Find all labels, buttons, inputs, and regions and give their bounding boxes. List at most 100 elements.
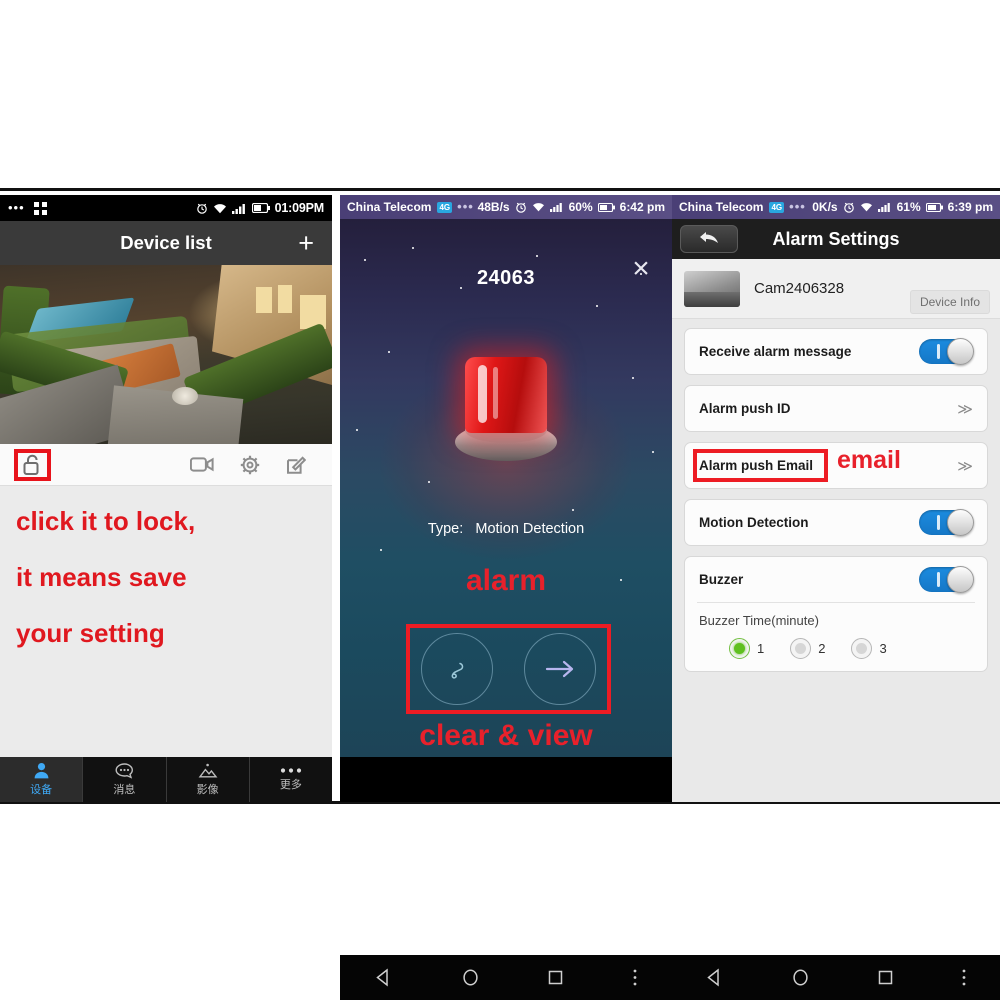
recents-square-icon[interactable] xyxy=(877,969,894,986)
phone2-battery-pct: 60% xyxy=(568,200,593,214)
phone2-alarm-body: 24063 × Type: Motion Detection alarm cle… xyxy=(340,219,672,757)
tab-images[interactable]: 影像 xyxy=(167,757,250,802)
alarm-clock-icon xyxy=(196,203,207,214)
phone2-status-bar: China Telecom 4G ••• 48B/s 60% 6:42 pm xyxy=(340,195,672,219)
phone3-title-bar: Alarm Settings xyxy=(672,219,1000,259)
radio-label: 1 xyxy=(757,641,765,656)
radio-dot xyxy=(795,643,807,654)
more-dots-icon xyxy=(280,768,301,773)
setting-label: Motion Detection xyxy=(699,515,809,530)
camera-preview-thumbnail[interactable] xyxy=(0,265,332,444)
decor-window xyxy=(256,287,272,313)
buzzer-toggle[interactable] xyxy=(919,566,974,593)
qr-grid-icon xyxy=(33,201,47,215)
radio-label: 3 xyxy=(879,641,887,656)
back-triangle-icon[interactable] xyxy=(374,968,393,987)
siren-dome xyxy=(465,357,547,433)
setting-card-alarm-push-email: Alarm push Email ≫ email xyxy=(684,442,988,489)
home-circle-icon[interactable] xyxy=(461,968,480,987)
action-buttons-highlight xyxy=(406,624,611,714)
unlock-icon[interactable] xyxy=(23,454,42,476)
page-title: Device list xyxy=(120,232,212,253)
phone1-bottom-tabbar: 设备 消息 影像 更多 xyxy=(0,757,332,802)
battery-icon xyxy=(925,202,943,212)
tab-devices-label: 设备 xyxy=(30,784,53,796)
image-icon xyxy=(198,763,218,777)
buzzer-time-option-2[interactable]: 2 xyxy=(790,638,825,659)
radio-dot xyxy=(856,643,868,654)
device-info-button[interactable]: Device Info xyxy=(909,290,990,314)
decor-window xyxy=(278,285,292,313)
receive-alarm-message-toggle[interactable] xyxy=(919,338,974,365)
vertical-dots-icon[interactable] xyxy=(632,968,638,987)
annotation-email: email xyxy=(837,446,901,474)
phone2-clock: 6:42 pm xyxy=(619,200,665,214)
phone1-device-toolbar xyxy=(0,444,332,486)
alarm-type-label: Type: xyxy=(427,521,464,537)
device-name: Cam2406328 xyxy=(754,280,845,297)
phone1-status-bar: ••• 01:09PM xyxy=(0,195,332,221)
annotation-line-3: your setting xyxy=(16,618,165,648)
chat-bubble-icon xyxy=(115,762,133,779)
close-x-icon[interactable]: × xyxy=(626,254,656,285)
annotation-line-1: click it to lock, xyxy=(16,506,196,536)
phone2-android-navbar xyxy=(340,955,672,1000)
person-icon xyxy=(34,763,49,779)
setting-row-receive-alarm-message[interactable]: Receive alarm message xyxy=(685,329,987,374)
annotation-clear-view: clear & view xyxy=(419,719,593,752)
signal-bars-icon xyxy=(231,203,245,214)
phone3-android-navbar xyxy=(672,955,1000,1000)
setting-row-motion-detection[interactable]: Motion Detection xyxy=(685,500,987,545)
alarm-type-value: Motion Detection xyxy=(475,521,585,537)
back-triangle-icon[interactable] xyxy=(705,968,724,987)
tab-messages-label: 消息 xyxy=(113,783,136,796)
wifi-icon xyxy=(860,203,872,212)
back-arrow-icon xyxy=(700,232,718,243)
phone3-carrier: China Telecom xyxy=(679,200,764,214)
setting-card-buzzer: Buzzer Buzzer Time(minute) 1 2 3 xyxy=(684,556,988,672)
back-button[interactable] xyxy=(680,225,738,253)
phone1-annotation-block: click it to lock, it means save your set… xyxy=(0,486,332,646)
add-device-button[interactable]: + xyxy=(298,230,314,257)
device-header: Cam2406328 Device Info xyxy=(672,259,1000,319)
video-camera-icon[interactable] xyxy=(190,456,214,473)
toggle-bar xyxy=(937,344,940,359)
alarm-clock-icon xyxy=(843,202,854,213)
vertical-dots-icon[interactable] xyxy=(961,968,967,987)
toggle-bar xyxy=(937,515,940,530)
camera-thumbnail[interactable] xyxy=(684,270,740,307)
composite-screenshot: ••• 01:09PM Device list + click it to lo… xyxy=(0,0,1000,1000)
radio-ring xyxy=(790,638,812,659)
setting-row-alarm-push-email[interactable]: Alarm push Email ≫ email xyxy=(685,443,987,488)
alarm-clock-icon xyxy=(515,202,526,213)
star-dot xyxy=(356,429,358,431)
setting-card-motion-detection: Motion Detection xyxy=(684,499,988,546)
tab-devices[interactable]: 设备 xyxy=(0,757,84,802)
setting-row-buzzer[interactable]: Buzzer xyxy=(685,557,987,602)
star-dot xyxy=(388,351,390,353)
tab-messages[interactable]: 消息 xyxy=(83,757,167,802)
buzzer-time-option-3[interactable]: 3 xyxy=(851,638,887,659)
network-badge-icon: 4G xyxy=(769,201,785,213)
star-dot xyxy=(428,481,430,483)
home-circle-icon[interactable] xyxy=(791,968,810,987)
wifi-icon xyxy=(213,203,226,213)
edit-pencil-icon[interactable] xyxy=(286,455,306,475)
phone3-battery-pct: 61% xyxy=(896,200,921,214)
setting-row-alarm-push-id[interactable]: Alarm push ID ≫ xyxy=(685,386,987,431)
gear-icon[interactable] xyxy=(240,455,260,475)
phone3-status-bar: China Telecom 4G ••• 0K/s 61% 6:39 pm xyxy=(672,195,1000,219)
star-dot xyxy=(364,259,366,261)
buzzer-time-option-1[interactable]: 1 xyxy=(729,638,764,659)
signal-bars-icon xyxy=(877,203,890,212)
motion-detection-toggle[interactable] xyxy=(919,509,974,536)
phone3-net-speed: 0K/s xyxy=(812,200,838,214)
tab-more[interactable]: 更多 xyxy=(250,757,332,802)
phone2-carrier: China Telecom xyxy=(347,200,432,214)
tab-images-label: 影像 xyxy=(196,783,219,796)
phone3-clock: 6:39 pm xyxy=(947,200,993,214)
phone1-clock: 01:09PM xyxy=(274,201,325,215)
more-dots-icon: ••• xyxy=(457,199,474,214)
setting-label: Buzzer xyxy=(699,572,744,587)
recents-square-icon[interactable] xyxy=(547,969,564,986)
